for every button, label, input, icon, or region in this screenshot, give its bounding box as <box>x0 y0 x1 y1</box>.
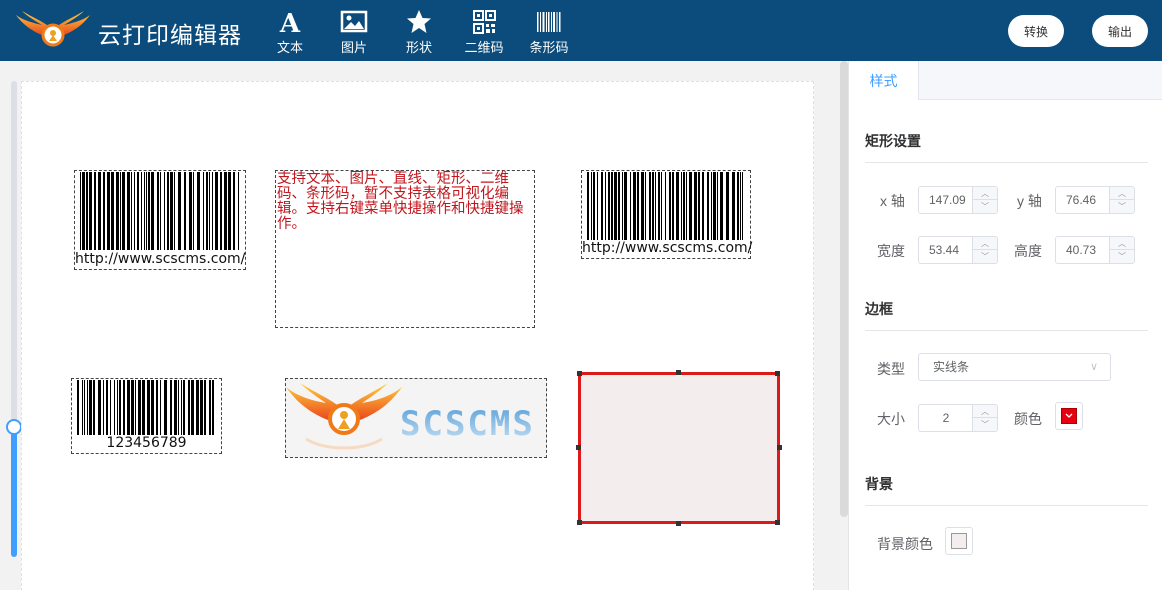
x-axis-field[interactable] <box>919 187 973 213</box>
top-toolbar: 云打印编辑器 A 文本 图片 形状 二维码 条形码 转换 输出 <box>0 0 1162 61</box>
scscms-logo-image: SCSCMS <box>286 383 535 450</box>
bg-color-label: 背景颜色 <box>877 536 933 552</box>
chevron-up-icon[interactable]: ︿ <box>1110 187 1134 200</box>
tool-image-label: 图片 <box>340 40 367 55</box>
border-size-label: 大小 <box>877 411 905 427</box>
tool-image[interactable]: 图片 <box>324 8 384 56</box>
rectangle-element-selected[interactable] <box>578 372 780 524</box>
canvas-scrollbar[interactable] <box>840 61 848 517</box>
height-input[interactable]: ︿﹀ <box>1055 236 1135 264</box>
width-label: 宽度 <box>877 243 905 259</box>
image-element[interactable]: SCSCMS <box>285 378 547 458</box>
tool-qrcode-label: 二维码 <box>464 40 504 55</box>
resize-handle[interactable] <box>676 370 681 375</box>
y-stepper: ︿ ﹀ <box>1109 187 1134 213</box>
background-section-title: 背景 <box>865 476 893 492</box>
chevron-up-icon[interactable]: ︿ <box>973 237 997 250</box>
width-field[interactable] <box>919 237 973 263</box>
star-icon <box>407 10 431 33</box>
divider <box>865 162 1148 163</box>
text-element[interactable]: 支持文本、图片、直线、矩形、二维码、条形码，暂不支持表格可视化编辑。支持右键菜单… <box>275 170 535 328</box>
zoom-slider-handle[interactable] <box>6 419 22 435</box>
tool-text-label: 文本 <box>276 40 303 55</box>
chevron-down-icon: ∨ <box>1089 361 1098 373</box>
barcode-element-3[interactable]: 123456789 <box>71 378 222 454</box>
tool-barcode-label: 条形码 <box>529 40 569 55</box>
resize-handle[interactable] <box>775 371 780 376</box>
border-color-swatch <box>1061 408 1077 424</box>
resize-handle[interactable] <box>775 520 780 525</box>
app-title: 云打印编辑器 <box>98 23 242 49</box>
convert-button[interactable]: 转换 <box>1008 15 1064 47</box>
zoom-slider-fill <box>11 427 17 557</box>
chevron-down-icon[interactable]: ﹀ <box>1110 200 1134 213</box>
style-panel: 样式 矩形设置 x 轴 ︿﹀ y 轴 ︿﹀ 宽度 ︿﹀ 高度 ︿﹀ 边框 类型 … <box>848 61 1162 590</box>
barcode-caption: http://www.scscms.com/ <box>75 251 246 267</box>
border-type-select[interactable]: 实线条 ∨ <box>918 353 1111 381</box>
barcode-bars <box>77 380 214 435</box>
y-axis-field[interactable] <box>1056 187 1110 213</box>
chevron-down-icon[interactable]: ﹀ <box>973 250 997 263</box>
barcode-caption: 123456789 <box>106 435 187 451</box>
barcode-bars <box>80 172 239 250</box>
width-stepper: ︿ ﹀ <box>972 237 997 263</box>
x-axis-label: x 轴 <box>880 193 905 209</box>
rect-settings-title: 矩形设置 <box>865 133 921 149</box>
resize-handle[interactable] <box>577 371 582 376</box>
barcode-caption: http://www.scscms.com/ <box>582 240 753 256</box>
text-icon: A <box>279 9 301 36</box>
divider <box>865 505 1148 506</box>
bg-color-picker[interactable] <box>945 527 973 555</box>
height-label: 高度 <box>1014 243 1042 259</box>
x-stepper: ︿ ﹀ <box>972 187 997 213</box>
bg-color-swatch <box>951 533 967 549</box>
border-color-picker[interactable] <box>1055 402 1083 430</box>
resize-handle[interactable] <box>577 520 582 525</box>
y-axis-input[interactable]: ︿﹀ <box>1055 186 1135 214</box>
resize-handle[interactable] <box>576 445 581 450</box>
canvas-workspace: http://www.scscms.com/ 支持文本、图片、直线、矩形、二维码… <box>0 61 838 590</box>
export-button[interactable]: 输出 <box>1092 15 1148 47</box>
tool-qrcode[interactable]: 二维码 <box>454 8 514 56</box>
tool-shape[interactable]: 形状 <box>389 8 449 56</box>
tool-shape-label: 形状 <box>405 40 432 55</box>
divider <box>865 330 1148 331</box>
qrcode-icon <box>473 10 496 34</box>
width-input[interactable]: ︿﹀ <box>918 236 998 264</box>
border-color-label: 颜色 <box>1014 411 1042 427</box>
tool-text[interactable]: A 文本 <box>260 8 320 56</box>
image-icon <box>340 10 368 33</box>
chevron-up-icon[interactable]: ︿ <box>973 405 997 418</box>
resize-handle[interactable] <box>777 445 782 450</box>
border-type-value: 实线条 <box>933 360 970 374</box>
barcode-icon <box>537 12 561 32</box>
border-size-field[interactable] <box>919 405 973 431</box>
chevron-down-icon <box>1065 413 1073 418</box>
chevron-up-icon[interactable]: ︿ <box>1110 237 1134 250</box>
chevron-up-icon[interactable]: ︿ <box>973 187 997 200</box>
print-paper[interactable]: http://www.scscms.com/ 支持文本、图片、直线、矩形、二维码… <box>21 81 814 590</box>
y-axis-label: y 轴 <box>1017 193 1042 209</box>
tool-barcode[interactable]: 条形码 <box>519 8 579 56</box>
barcode-bars <box>587 172 743 240</box>
image-logo-text: SCSCMS <box>400 404 535 444</box>
winged-logo-icon <box>16 11 90 47</box>
chevron-down-icon[interactable]: ﹀ <box>973 418 997 431</box>
chevron-down-icon[interactable]: ﹀ <box>973 200 997 213</box>
barcode-element-2[interactable]: http://www.scscms.com/ <box>581 170 753 259</box>
chevron-down-icon[interactable]: ﹀ <box>1110 250 1134 263</box>
border-type-label: 类型 <box>877 361 905 377</box>
border-section-title: 边框 <box>865 301 893 317</box>
resize-handle[interactable] <box>676 521 681 526</box>
size-stepper: ︿ ﹀ <box>972 405 997 431</box>
tab-style[interactable]: 样式 <box>849 61 919 100</box>
height-field[interactable] <box>1056 237 1110 263</box>
x-axis-input[interactable]: ︿﹀ <box>918 186 998 214</box>
editor-app: 云打印编辑器 A 文本 图片 形状 二维码 条形码 转换 输出 http://w… <box>0 0 1162 590</box>
barcode-element-1[interactable]: http://www.scscms.com/ <box>74 170 246 270</box>
height-stepper: ︿ ﹀ <box>1109 237 1134 263</box>
svg-text:A: A <box>279 9 301 36</box>
border-size-input[interactable]: ︿﹀ <box>918 404 998 432</box>
panel-tabs: 样式 <box>849 61 1162 100</box>
